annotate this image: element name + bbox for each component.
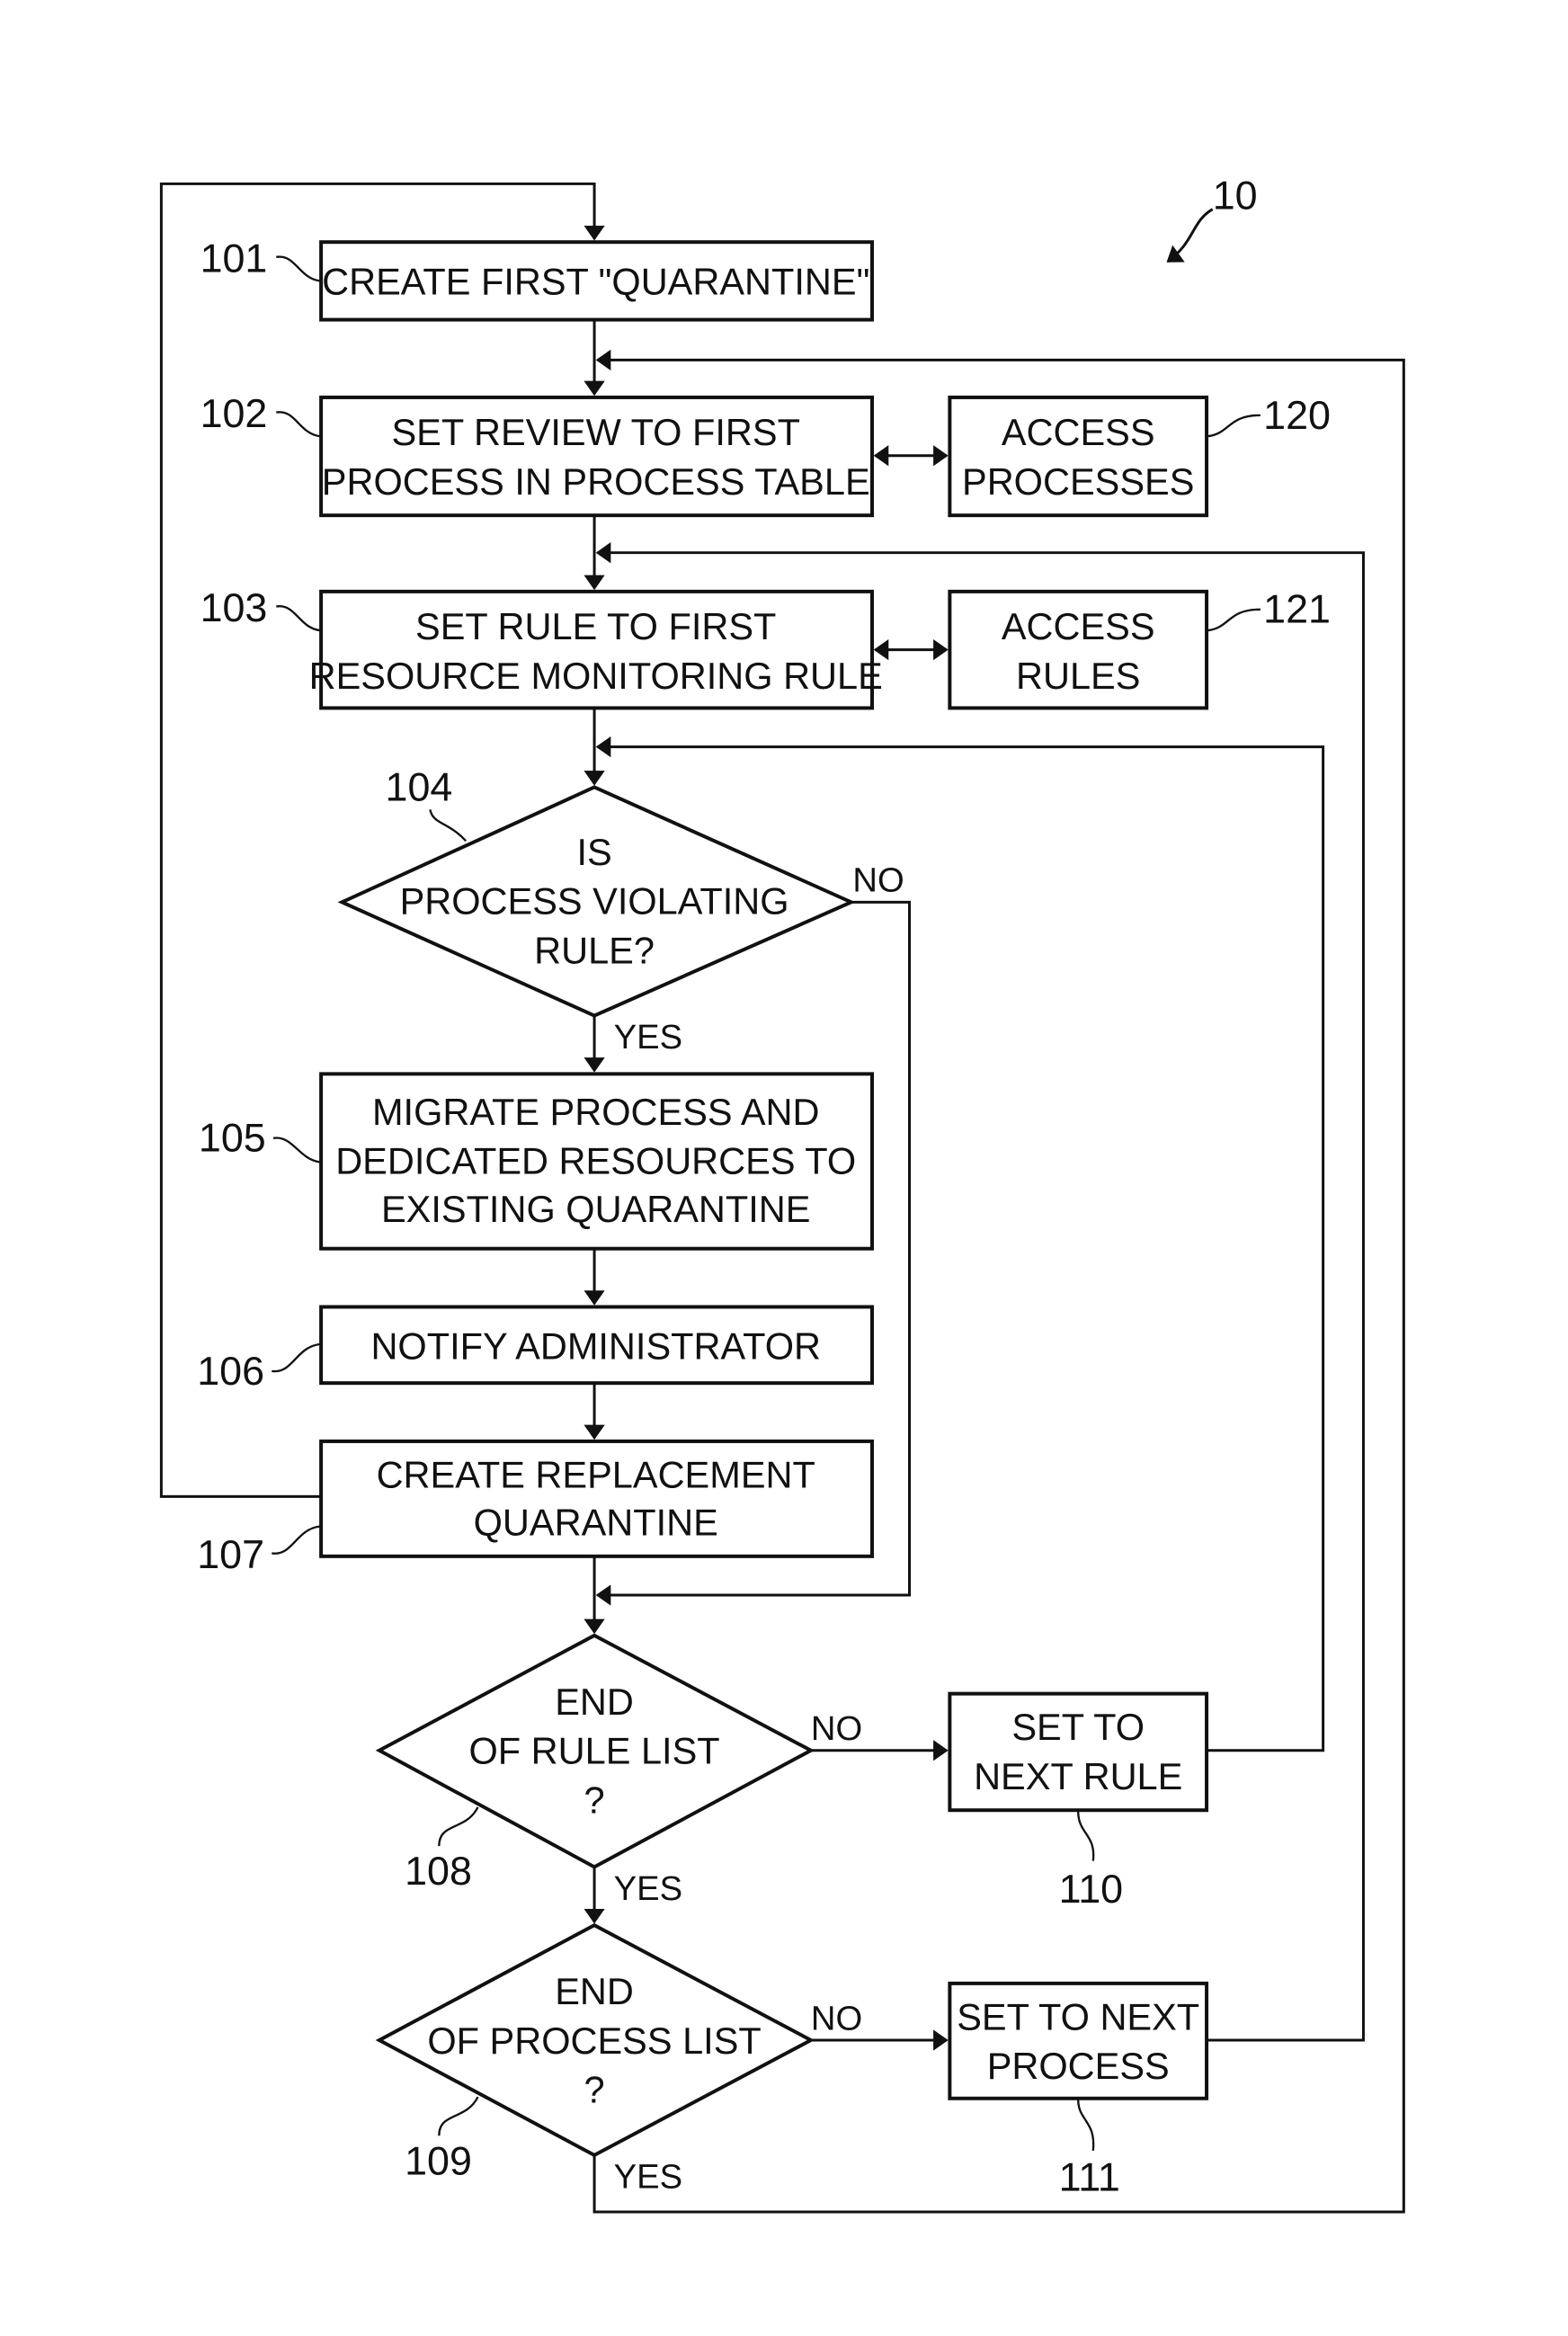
decision-104-text-1: IS (576, 831, 611, 873)
step-102-text-2: PROCESS IN PROCESS TABLE (322, 460, 870, 503)
ref-110: 110 (1059, 1866, 1123, 1912)
ref-102: 102 (200, 390, 268, 436)
decision-109-no-label: NO (811, 1999, 862, 2037)
decision-104-text-3: RULE? (534, 929, 655, 971)
step-111: SET TO NEXT PROCESS 111 (948, 1981, 1209, 2200)
decision-109-text-1: END (555, 1970, 634, 2012)
decision-109: END OF PROCESS LIST ? 109 NO YES (375, 1922, 862, 2196)
step-102-text-1: SET REVIEW TO FIRST (391, 411, 799, 453)
ref-103: 103 (200, 584, 268, 630)
step-120-text-1: ACCESS (1002, 411, 1155, 453)
step-107-text-1: CREATE REPLACEMENT (377, 1453, 815, 1495)
decision-109-yes-label: YES (614, 2157, 682, 2196)
step-121-text-2: RULES (1016, 655, 1140, 697)
step-103-text-1: SET RULE TO FIRST (415, 605, 776, 647)
step-103-text-2: RESOURCE MONITORING RULE (309, 655, 883, 697)
decision-109-text-2: OF PROCESS LIST (427, 2019, 761, 2062)
step-110-text-2: NEXT RULE (974, 1755, 1182, 1797)
decision-104-yes-label: YES (614, 1018, 682, 1057)
step-101-text: CREATE FIRST "QUARANTINE" (322, 260, 869, 302)
ref-101: 101 (200, 235, 268, 281)
step-102: SET REVIEW TO FIRST PROCESS IN PROCESS T… (200, 390, 874, 518)
figure-label: 10 (1213, 173, 1258, 218)
decision-108-text-3: ? (584, 1779, 605, 1822)
decision-108-text-2: OF RULE LIST (468, 1730, 719, 1772)
step-121-text-1: ACCESS (1002, 605, 1155, 647)
step-111-text-2: PROCESS (987, 2045, 1170, 2087)
decision-108-yes-label: YES (614, 1869, 682, 1908)
flowchart: 10 CREATE FIRST "QUARANTINE" 101 SET REV… (159, 173, 1405, 2214)
step-106-text: NOTIFY ADMINISTRATOR (370, 1325, 821, 1368)
step-121: ACCESS RULES 121 (948, 586, 1331, 710)
connector-111-to-103 (595, 542, 1365, 2042)
step-105-text-1: MIGRATE PROCESS AND (372, 1091, 820, 1133)
decision-104: IS PROCESS VIOLATING RULE? 104 NO YES (337, 763, 904, 1057)
ref-109: 109 (405, 2137, 472, 2183)
ref-105: 105 (199, 1115, 266, 1161)
step-120-text-2: PROCESSES (962, 460, 1194, 503)
ref-121: 121 (1263, 586, 1331, 632)
ref-120: 120 (1263, 392, 1331, 438)
decision-109-text-3: ? (584, 2069, 605, 2111)
step-107: CREATE REPLACEMENT QUARANTINE 107 (197, 1439, 874, 1577)
ref-108: 108 (405, 1848, 472, 1894)
step-105-text-2: DEDICATED RESOURCES TO (335, 1140, 856, 1182)
step-101: CREATE FIRST "QUARANTINE" 101 (200, 235, 874, 322)
figure-label-arrow (1166, 208, 1214, 263)
decision-108-no-label: NO (811, 1709, 862, 1748)
decision-104-no-label: NO (852, 861, 904, 900)
ref-107: 107 (197, 1531, 264, 1577)
step-105-text-3: EXISTING QUARANTINE (381, 1188, 811, 1230)
step-120: ACCESS PROCESSES 120 (948, 392, 1331, 518)
ref-111: 111 (1059, 2154, 1120, 2200)
step-106: NOTIFY ADMINISTRATOR 106 (197, 1305, 874, 1394)
ref-106: 106 (197, 1348, 264, 1394)
step-110: SET TO NEXT RULE 110 (948, 1691, 1209, 1912)
step-103: SET RULE TO FIRST RESOURCE MONITORING RU… (200, 584, 883, 710)
decision-108: END OF RULE LIST ? 108 NO YES (375, 1633, 862, 1908)
ref-104: 104 (386, 763, 453, 809)
step-105: MIGRATE PROCESS AND DEDICATED RESOURCES … (199, 1072, 874, 1251)
decision-104-text-2: PROCESS VIOLATING (400, 880, 789, 923)
step-111-text-1: SET TO NEXT (957, 1995, 1199, 2037)
step-110-text-1: SET TO (1011, 1706, 1145, 1748)
decision-108-text-1: END (555, 1681, 634, 1723)
step-107-text-2: QUARANTINE (474, 1502, 718, 1544)
